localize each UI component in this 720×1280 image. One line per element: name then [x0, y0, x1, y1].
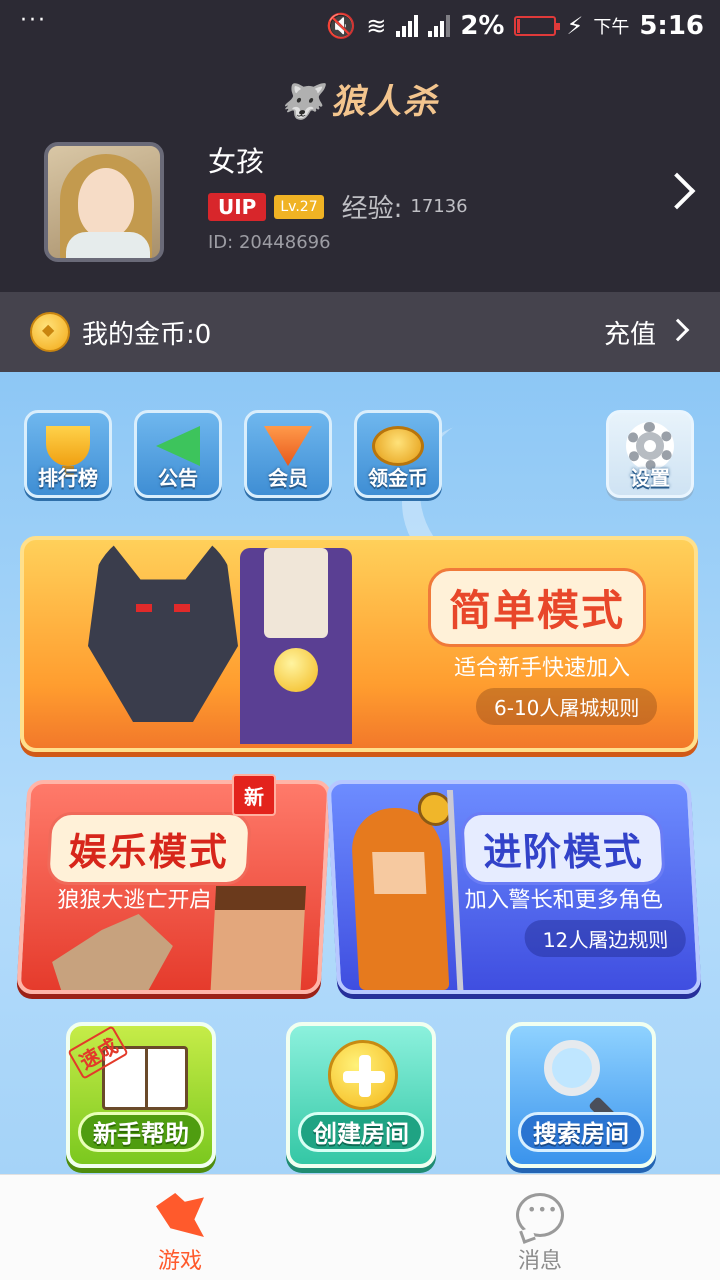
sheriff-character-icon	[349, 808, 450, 990]
user-id: ID: 20448696	[208, 232, 331, 253]
tab-messages-label: 消息	[517, 1249, 562, 1274]
search-icon	[544, 1040, 600, 1096]
fun-mode-card[interactable]: 娱乐模式 狼狼大逃亡开启	[16, 780, 332, 994]
app-logo: 🐺 狼人杀	[0, 74, 720, 123]
create-room-label: 创建房间	[298, 1112, 424, 1152]
advanced-mode-card[interactable]: 进阶模式 加入警长和更多角色 12人屠边规则	[326, 780, 702, 994]
fun-mode-title: 娱乐模式	[46, 812, 252, 885]
profile-header: 🐺 狼人杀 女孩 UIP Lv.27 经验: 17136 ID: 20448696	[0, 52, 720, 292]
plus-icon	[328, 1040, 398, 1110]
simple-mode-subtitle: 适合新手快速加入	[454, 656, 631, 681]
status-icons: 🔇 ≋ 2% ⚡ 下午 5:16	[326, 8, 704, 44]
avatar-dress	[66, 232, 150, 258]
avatar-face	[78, 168, 134, 238]
get-coins-label: 领金币	[368, 466, 428, 490]
leaderboard-label: 排行榜	[38, 466, 98, 490]
new-badge: 新	[232, 774, 276, 816]
bottom-tab-bar: 游戏 消息	[0, 1174, 720, 1280]
level-badge: Lv.27	[274, 194, 324, 219]
simple-mode-rule: 6-10人屠城规则	[476, 688, 658, 725]
clock: 5:16	[639, 11, 704, 41]
exp-label: 经验:	[341, 194, 403, 224]
fun-mode-subtitle: 狼狼大逃亡开启	[56, 888, 212, 913]
announcement-button[interactable]: 公告	[134, 410, 222, 498]
advanced-mode-subtitle: 加入警长和更多角色	[464, 888, 664, 913]
avatar[interactable]	[44, 142, 164, 262]
wolf-game-icon	[156, 1193, 204, 1237]
wolf-character-icon	[50, 914, 174, 994]
leaderboard-button[interactable]: 排行榜	[24, 410, 112, 498]
simple-mode-card[interactable]: 简单模式 适合新手快速加入 6-10人屠城规则	[20, 536, 698, 752]
advanced-mode-rule: 12人屠边规则	[523, 920, 688, 957]
membership-button[interactable]: 会员	[244, 410, 332, 498]
announcement-label: 公告	[158, 466, 198, 490]
signal-sim2-icon	[428, 15, 451, 37]
tab-game-label: 游戏	[157, 1249, 202, 1274]
signal-sim1-icon	[396, 15, 419, 37]
coins-icon	[372, 426, 424, 466]
chat-bubble-icon	[516, 1193, 564, 1237]
vip-badge: UIP	[208, 192, 267, 221]
search-room-button[interactable]: 搜索房间	[506, 1022, 656, 1168]
spear-icon	[446, 790, 464, 990]
recharge-button[interactable]: 充值	[604, 314, 656, 351]
more-notifications-icon: ···	[20, 8, 47, 33]
create-room-button[interactable]: 创建房间	[286, 1022, 436, 1168]
werewolf-character-icon	[88, 540, 238, 722]
profile-chevron-right-icon[interactable]	[658, 172, 696, 210]
username: 女孩	[208, 145, 265, 178]
wifi-icon: ≋	[366, 12, 387, 40]
membership-label: 会员	[268, 466, 308, 490]
profile-badges: UIP Lv.27 经验: 17136	[208, 188, 468, 225]
trophy-icon	[46, 426, 90, 478]
exp-value: 17136	[410, 196, 468, 217]
battery-icon	[514, 16, 561, 36]
vip-gem-icon	[264, 426, 312, 466]
beginner-help-button[interactable]: 速成 新手帮助	[66, 1022, 216, 1168]
beginner-help-label: 新手帮助	[78, 1112, 204, 1152]
tab-messages[interactable]: 消息	[480, 1193, 600, 1274]
coin-icon	[30, 312, 70, 352]
charging-icon: ⚡	[566, 12, 584, 40]
status-bar: ··· 🔇 ≋ 2% ⚡ 下午 5:16	[0, 0, 720, 52]
game-lobby: 排行榜 公告 会员 领金币 设置 简单模式 适合新手快速加入 6-10人屠城规则…	[0, 372, 720, 1174]
coins-bar[interactable]: 我的金币:0 充值	[0, 292, 720, 372]
my-coins-label: 我的金币:0	[82, 320, 212, 350]
recharge-chevron-right-icon[interactable]	[666, 318, 690, 342]
settings-label: 设置	[630, 466, 670, 490]
search-room-label: 搜索房间	[518, 1112, 644, 1152]
app-logo-text: 狼人杀	[331, 82, 440, 122]
villager-character-icon	[210, 898, 306, 994]
wizard-character-icon	[240, 548, 352, 744]
mute-icon: 🔇	[326, 12, 357, 40]
get-coins-button[interactable]: 领金币	[354, 410, 442, 498]
tab-game[interactable]: 游戏	[120, 1193, 240, 1274]
battery-percent: 2%	[460, 11, 505, 41]
simple-mode-title: 简单模式	[428, 568, 647, 647]
settings-button[interactable]: 设置	[606, 410, 694, 498]
megaphone-icon	[156, 426, 200, 466]
wolf-logo-icon: 🐺	[280, 82, 326, 122]
ampm: 下午	[593, 17, 630, 38]
advanced-mode-title: 进阶模式	[460, 812, 666, 885]
